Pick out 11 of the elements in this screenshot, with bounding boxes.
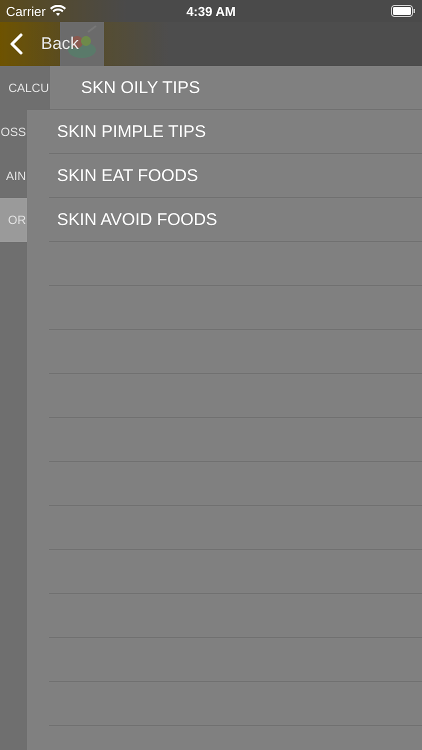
clock: 4:39 AM — [186, 4, 236, 18]
menu-item[interactable]: OR — [0, 198, 27, 242]
list-item[interactable]: SKIN EAT FOODS — [57, 166, 198, 186]
back-button[interactable]: Back — [0, 22, 79, 66]
battery-icon — [391, 5, 416, 17]
list-item[interactable]: SKN OILY TIPS — [81, 78, 200, 98]
carrier-label: Carrier — [6, 4, 46, 18]
chevron-left-icon — [10, 33, 23, 55]
wifi-icon — [50, 5, 66, 17]
list-item[interactable]: SKIN PIMPLE TIPS — [57, 122, 206, 142]
list-item[interactable]: SKIN AVOID FOODS — [57, 210, 218, 230]
